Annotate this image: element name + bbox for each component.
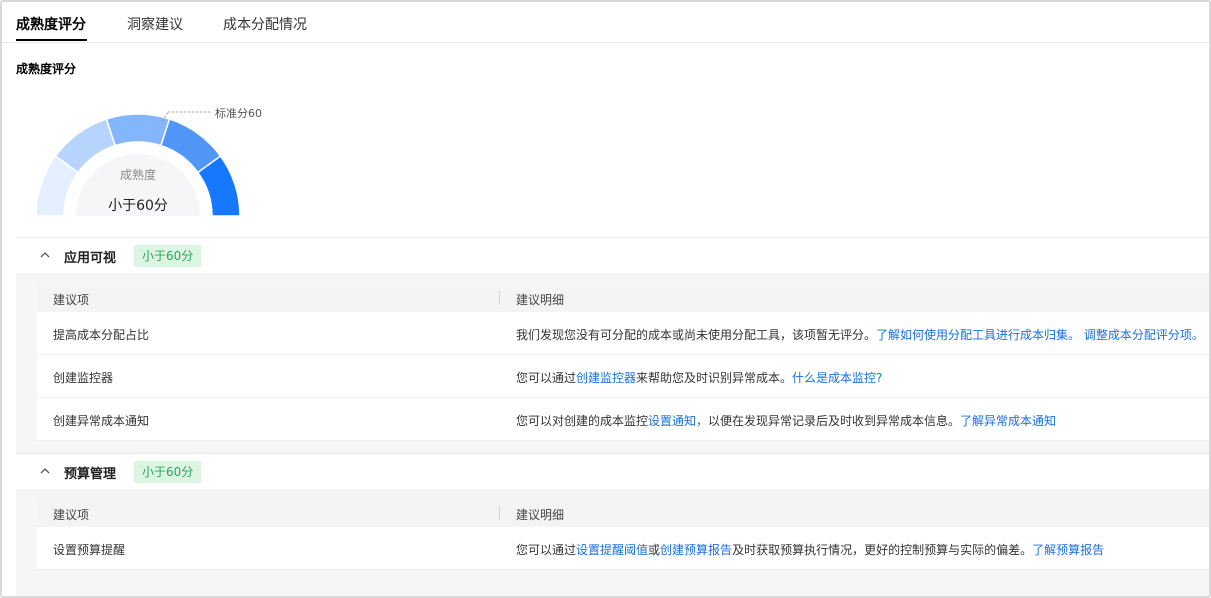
column-divider <box>499 506 500 520</box>
what-is-cost-monitor-link[interactable]: 什么是成本监控? <box>792 371 882 385</box>
set-alert-threshold-link[interactable]: 设置提醒阈值 <box>576 543 648 557</box>
suggestion-table-app-visibility: 建议项 建议明细 提高成本分配占比 我们发现您没有可分配的成本或尚未使用分配工具… <box>37 284 1209 441</box>
tab-maturity-score[interactable]: 成熟度评分 <box>16 14 86 34</box>
group-title: 应用可视 <box>64 251 117 266</box>
learn-budget-report-link[interactable]: 了解预算报告 <box>1032 543 1104 557</box>
suggestion-detail: 您可以对创建的成本监控设置通知，以便在发现异常记录后及时收到异常成本信息。了解异… <box>516 412 1056 429</box>
suggestion-detail: 我们发现您没有可分配的成本或尚未使用分配工具，该项暂无评分。了解如何使用分配工具… <box>516 326 1204 343</box>
detail-text: 您可以通过 <box>516 543 577 557</box>
suggestion-table-budget-management: 建议项 建议明细 设置预算提醒 您可以通过设置提醒阈值或创建预算报告及时获取预算… <box>37 499 1209 570</box>
column-header-detail: 建议明细 <box>516 293 565 307</box>
adjust-allocation-score-link[interactable]: 调整成本分配评分项。 <box>1084 328 1204 342</box>
create-monitor-link[interactable]: 创建监控器 <box>576 371 636 385</box>
gauge-segment-3 <box>105 113 171 147</box>
tab-cost-allocation[interactable]: 成本分配情况 <box>223 14 307 34</box>
suggestion-item: 提高成本分配占比 <box>53 328 150 342</box>
suggestion-item: 创建监控器 <box>53 371 114 385</box>
group-title: 预算管理 <box>64 467 117 482</box>
tab-insights[interactable]: 洞察建议 <box>127 14 183 34</box>
learn-allocation-tool-link[interactable]: 了解如何使用分配工具进行成本归集。 <box>876 328 1080 342</box>
detail-text: 或 <box>648 543 661 557</box>
tab-bar: 成熟度评分 洞察建议 成本分配情况 <box>2 2 1209 43</box>
detail-text: 及时获取预算执行情况，更好的控制预算与实际的偏差。 <box>732 543 1033 557</box>
gauge-value: 小于60分 <box>108 198 168 214</box>
detail-text: 您可以通过 <box>516 371 577 385</box>
chevron-up-icon[interactable] <box>38 464 52 478</box>
chevron-up-icon[interactable] <box>38 248 52 262</box>
suggestion-item: 设置预算提醒 <box>53 543 126 557</box>
detail-text: 来帮助您及时识别异常成本。 <box>636 371 793 385</box>
detail-text: 您可以对创建的成本监控 <box>516 414 649 428</box>
table-header: 建议项 建议明细 <box>37 284 1209 312</box>
gauge-label: 成熟度 <box>119 168 156 182</box>
table-row: 创建异常成本通知 您可以对创建的成本监控设置通知，以便在发现异常记录后及时收到异… <box>37 398 1209 441</box>
create-budget-report-link[interactable]: 创建预算报告 <box>660 543 732 557</box>
active-tab-indicator <box>16 39 87 41</box>
table-header: 建议项 建议明细 <box>37 499 1209 527</box>
suggestion-item: 创建异常成本通知 <box>53 414 150 428</box>
table-row: 设置预算提醒 您可以通过设置提醒阈值或创建预算报告及时获取预算执行情况，更好的控… <box>37 527 1209 570</box>
column-header-item: 建议项 <box>53 293 90 307</box>
group-header-app-visibility[interactable]: 应用可视 小于60分 <box>16 237 1209 273</box>
column-header-item: 建议项 <box>53 508 90 522</box>
column-header-detail: 建议明细 <box>516 508 565 522</box>
column-divider <box>499 291 500 305</box>
section-title: 成熟度评分 <box>16 62 77 76</box>
table-row: 创建监控器 您可以通过创建监控器来帮助您及时识别异常成本。什么是成本监控? <box>37 355 1209 398</box>
suggestion-detail: 您可以通过创建监控器来帮助您及时识别异常成本。什么是成本监控? <box>516 369 882 386</box>
standard-score-label: 标准分60 <box>215 107 262 120</box>
suggestion-detail: 您可以通过设置提醒阈值或创建预算报告及时获取预算执行情况，更好的控制预算与实际的… <box>516 541 1104 558</box>
app-frame: 成熟度评分 洞察建议 成本分配情况 成熟度评分 成熟度 小于60分 标准分60 … <box>0 0 1211 598</box>
group-header-budget-management[interactable]: 预算管理 小于60分 <box>16 453 1209 489</box>
detail-text: 我们发现您没有可分配的成本或尚未使用分配工具，该项暂无评分。 <box>516 328 877 342</box>
table-row: 提高成本分配占比 我们发现您没有可分配的成本或尚未使用分配工具，该项暂无评分。了… <box>37 312 1209 355</box>
set-notification-link[interactable]: 设置通知， <box>648 414 708 428</box>
learn-anomaly-notification-link[interactable]: 了解异常成本通知 <box>960 414 1056 428</box>
score-badge: 小于60分 <box>134 245 202 267</box>
detail-text: 以便在发现异常记录后及时收到异常成本信息。 <box>708 414 961 428</box>
score-badge: 小于60分 <box>134 461 202 483</box>
